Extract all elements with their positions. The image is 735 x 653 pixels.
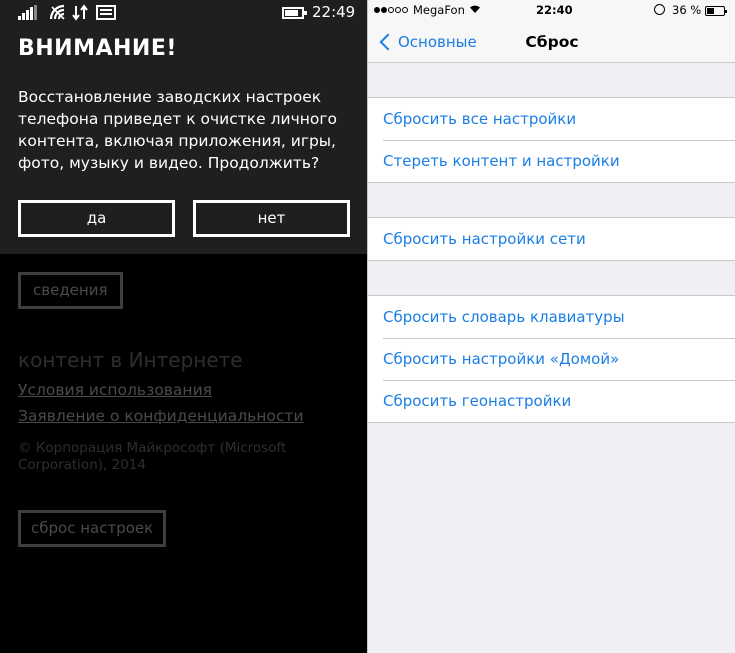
reset-confirm-dialog: 22:49 ВНИМАНИЕ! Восстановление заводских…: [0, 0, 367, 254]
data-sync-icon: [72, 4, 88, 21]
reset-home-layout-item[interactable]: Сбросить настройки «Домой»: [368, 338, 735, 380]
reset-settings-button[interactable]: сброс настроек: [18, 510, 167, 547]
reset-group-2: Сбросить настройки сети: [368, 217, 735, 261]
signal-strength-icon: [18, 5, 40, 20]
reset-group-3: Сбросить словарь клавиатуры Сбросить нас…: [368, 295, 735, 423]
windows-phone-screen: 22:49 ВНИМАНИЕ! Восстановление заводских…: [0, 0, 367, 653]
signal-dots-icon: [374, 7, 409, 14]
reset-location-item[interactable]: Сбросить геонастройки: [368, 380, 735, 422]
dialog-message: Восстановление заводских настроек телефо…: [18, 88, 337, 172]
battery-icon: [705, 6, 727, 16]
reset-network-item[interactable]: Сбросить настройки сети: [368, 218, 735, 260]
wifi-icon: [49, 4, 65, 20]
copyright-text: © Корпорация Майкрософт (Microsoft Corpo…: [18, 440, 287, 473]
battery-icon: [282, 7, 307, 19]
wifi-icon: [470, 5, 480, 13]
erase-content-item[interactable]: Стереть контент и настройки: [368, 140, 735, 182]
ios-clock: 22:40: [536, 3, 573, 17]
no-button[interactable]: нет: [193, 200, 350, 237]
yes-button[interactable]: да: [18, 200, 175, 237]
battery-percent: 36 %: [672, 3, 702, 17]
rotation-lock-icon: [654, 4, 665, 15]
carrier-name: MegaFon: [413, 3, 465, 17]
page-title: Сброс: [525, 33, 579, 51]
reset-keyboard-dictionary-item[interactable]: Сбросить словарь клавиатуры: [368, 296, 735, 338]
reset-all-settings-item[interactable]: Сбросить все настройки: [368, 98, 735, 140]
dialog-title: ВНИМАНИЕ!: [18, 36, 177, 61]
wp-clock: 22:49: [312, 3, 356, 21]
ios-screen: MegaFon 22:40 36 % Основные Сброс Сброси…: [367, 0, 735, 653]
ios-status-bar: MegaFon 22:40 36 %: [368, 0, 735, 22]
navigation-bar: Основные Сброс: [368, 22, 735, 63]
internet-content-heading: контент в Интернете: [18, 348, 243, 372]
reset-group-1: Сбросить все настройки Стереть контент и…: [368, 97, 735, 183]
wp-status-bar: 22:49: [0, 0, 367, 26]
details-button[interactable]: сведения: [18, 272, 123, 309]
message-icon: [96, 5, 116, 20]
terms-link[interactable]: Условия использования: [18, 381, 212, 399]
privacy-link[interactable]: Заявление о конфиденциальности: [18, 407, 304, 425]
